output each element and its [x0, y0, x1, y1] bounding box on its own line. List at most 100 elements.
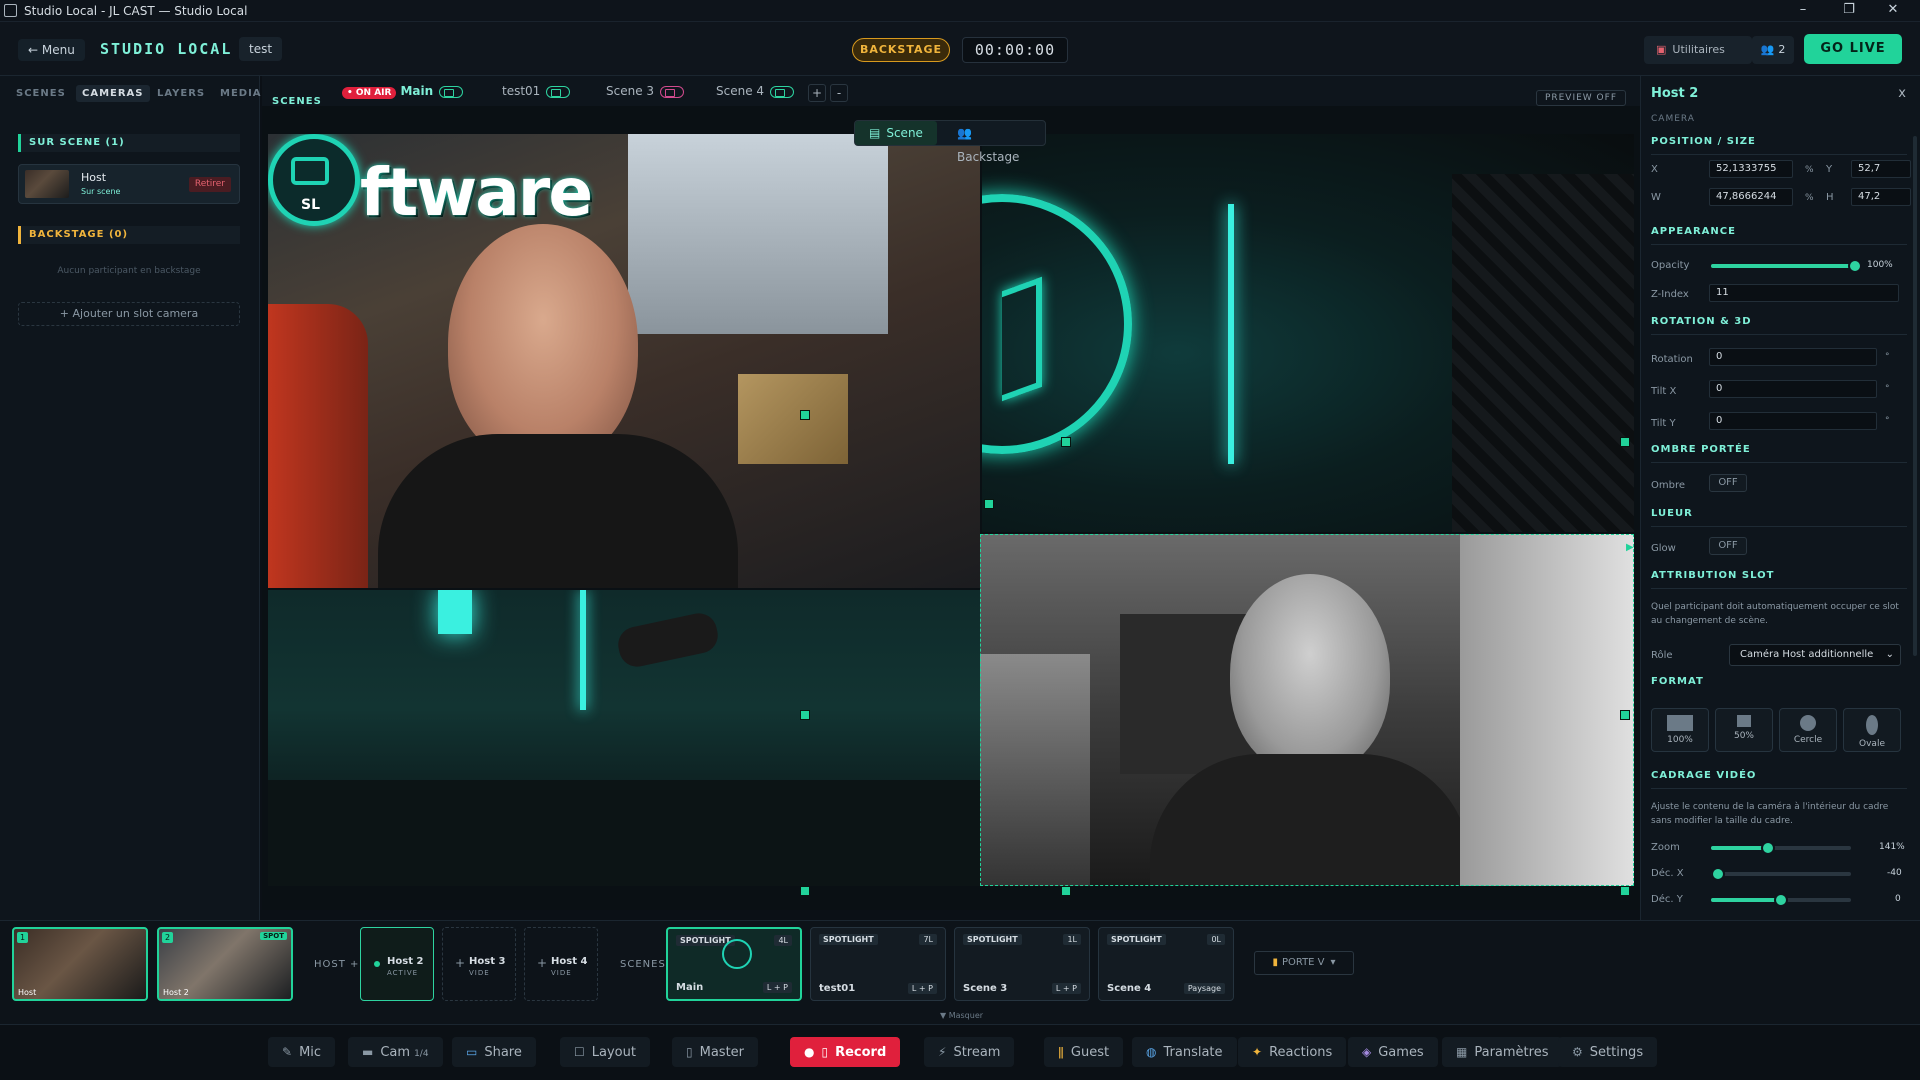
shadow-header: OMBRE PORTÉE [1651, 444, 1751, 455]
h-input[interactable]: 47,2 [1851, 188, 1911, 206]
view-tab-scene[interactable]: ▤ Scene [855, 121, 937, 145]
utilitaires-button[interactable]: ▣ Utilitaires [1644, 36, 1752, 64]
panel-scrollbar[interactable] [1913, 136, 1917, 656]
decx-knob[interactable] [1711, 867, 1725, 881]
w-input[interactable]: 47,8666244 [1709, 188, 1793, 206]
games-button[interactable]: ◈ Games [1348, 1037, 1438, 1067]
menu-button[interactable]: ← Menu [18, 39, 85, 61]
slot-host3[interactable]: + Host 3 VIDE [442, 927, 516, 1001]
masquer-toggle[interactable]: ▼ Masquer [940, 1011, 983, 1020]
format-circle-button[interactable]: Cercle [1779, 708, 1837, 752]
resize-handle-neon[interactable] [984, 499, 994, 509]
scene-tab-scene3[interactable]: Scene 3 [606, 84, 685, 98]
add-camera-slot-button[interactable]: + Ajouter un slot camera [18, 302, 240, 326]
slot-host2[interactable]: Host 2 ACTIVE [360, 927, 434, 1001]
scene-bar: SCENES • ON AIR Main test01 Scene 3 Scene… [262, 76, 1640, 107]
cam-icon: ▬ [362, 1045, 374, 1059]
zoom-knob[interactable] [1761, 841, 1776, 855]
resize-handle-top-right[interactable] [1620, 437, 1630, 447]
format-50-button[interactable]: 50% [1715, 708, 1773, 752]
master-button[interactable]: ▯ Master [672, 1037, 759, 1067]
host2-video-pane[interactable] [980, 534, 1634, 886]
resize-handle-left[interactable] [800, 710, 810, 720]
format-oval-button[interactable]: Ovale [1843, 708, 1901, 752]
scene-canvas[interactable]: SL ftware ▤ Scene 👥 Backstage ▶ [262, 106, 1640, 910]
camera-thumb-2[interactable]: 2 SPOT Host 2 [157, 927, 293, 1001]
decy-knob[interactable] [1774, 893, 1788, 907]
resize-handle-top[interactable] [1061, 437, 1071, 447]
minimize-icon[interactable]: – [1788, 2, 1818, 20]
porte-dropdown[interactable]: ▮ PORTE V ▾ [1254, 951, 1354, 975]
resize-handle-bottom-right[interactable] [1620, 886, 1630, 896]
thumb-1-number: 1 [17, 932, 28, 943]
reactions-button[interactable]: ✦ Reactions [1238, 1037, 1347, 1067]
tilty-input[interactable]: 0 [1709, 412, 1877, 430]
y-input[interactable]: 52,7 [1851, 160, 1911, 178]
format-100-button[interactable]: 100% [1651, 708, 1709, 752]
zoom-slider[interactable] [1711, 841, 1851, 855]
layout-button[interactable]: ☐ Layout [560, 1037, 650, 1067]
glow-toggle[interactable]: OFF [1709, 537, 1747, 555]
scene-3-toggle-icon[interactable] [660, 85, 685, 98]
decx-slider[interactable] [1711, 867, 1851, 881]
settings-button[interactable]: ⚙ Settings [1558, 1037, 1658, 1067]
camera-thumb-1[interactable]: 1 Host [12, 927, 148, 1001]
tiltx-input[interactable]: 0 [1709, 380, 1877, 398]
view-tab-backstage[interactable]: 👥 Backstage [943, 121, 1045, 164]
scene-test01-toggle-icon[interactable] [546, 85, 571, 98]
mic-button[interactable]: ✎ Mic [268, 1037, 336, 1067]
scene-tab-scene4[interactable]: Scene 4 [716, 84, 795, 98]
x-input[interactable]: 52,1333755 [1709, 160, 1793, 178]
restore-icon[interactable]: ❐ [1834, 2, 1864, 20]
scene-tab-main[interactable]: • ON AIR Main [342, 84, 464, 99]
retirer-button[interactable]: Retirer [188, 177, 231, 192]
scene-card-test01[interactable]: SPOTLIGHT 7L test01 L + P [810, 927, 946, 1001]
tab-cameras[interactable]: CAMERAS [76, 85, 150, 102]
slot-host4[interactable]: + Host 4 VIDE [524, 927, 598, 1001]
opacity-slider[interactable] [1711, 259, 1862, 273]
go-live-button[interactable]: GO LIVE [1804, 34, 1902, 64]
add-scene-button[interactable]: + [808, 84, 826, 102]
scene-card-main[interactable]: SPOTLIGHT 4L Main L + P [666, 927, 802, 1001]
tab-media[interactable]: MEDIA [220, 88, 262, 99]
resize-handle-top-left[interactable] [800, 410, 810, 420]
record-button[interactable]: ● ▯ Record [790, 1037, 901, 1067]
scene-main-toggle-icon[interactable] [439, 85, 464, 98]
scene-card-scene4[interactable]: SPOTLIGHT 0L Scene 4 Paysage [1098, 927, 1234, 1001]
close-panel-button[interactable]: x [1898, 86, 1906, 101]
resize-handle-right[interactable] [1620, 710, 1630, 720]
role-select[interactable]: Caméra Host additionnelle ⌄ [1729, 644, 1901, 666]
parametres-button[interactable]: ▦ Paramètres [1442, 1037, 1563, 1067]
resize-handle-bottom[interactable] [1061, 886, 1071, 896]
scene-tab-test01[interactable]: test01 [502, 84, 571, 98]
share-button[interactable]: ▭ Share [452, 1037, 536, 1067]
divider [1651, 462, 1907, 463]
zindex-input[interactable]: 11 [1709, 284, 1899, 302]
sparkle-icon: ✦ [1252, 1045, 1263, 1059]
tab-scenes[interactable]: SCENES [16, 88, 66, 99]
resize-handle-bottom-left[interactable] [800, 886, 810, 896]
guests-button[interactable]: 👥 2 [1752, 36, 1794, 64]
stream-button[interactable]: ⚡ Stream [924, 1037, 1015, 1067]
host-card[interactable]: Host Sur scene Retirer [18, 164, 240, 204]
door-icon: ▮ [1272, 957, 1278, 968]
opacity-knob[interactable] [1848, 259, 1862, 273]
rotation-input[interactable]: 0 [1709, 348, 1877, 366]
translate-button[interactable]: ◍ Translate [1132, 1037, 1237, 1067]
host-video-pane[interactable]: SL ftware [268, 134, 980, 588]
close-window-icon[interactable]: ✕ [1878, 2, 1908, 20]
preview-off-button[interactable]: PREVIEW OFF [1535, 90, 1626, 106]
scene-4-toggle-icon[interactable] [770, 85, 795, 98]
decy-slider[interactable] [1711, 893, 1851, 907]
opacity-fill [1711, 264, 1855, 268]
shadow-toggle[interactable]: OFF [1709, 474, 1747, 492]
collapse-right-icon[interactable]: ▶ [1626, 542, 1634, 553]
guest-button[interactable]: ǁ Guest [1044, 1037, 1124, 1067]
backstage-badge[interactable]: BACKSTAGE [852, 38, 950, 62]
host-plus-label[interactable]: HOST + [314, 959, 359, 970]
scene-card-scene3[interactable]: SPOTLIGHT 1L Scene 3 L + P [954, 927, 1090, 1001]
remove-scene-button[interactable]: - [830, 84, 848, 102]
session-name[interactable]: test [239, 37, 283, 61]
tab-layers[interactable]: LAYERS [157, 88, 205, 99]
cam-button[interactable]: ▬ Cam 1/4 [348, 1037, 443, 1067]
